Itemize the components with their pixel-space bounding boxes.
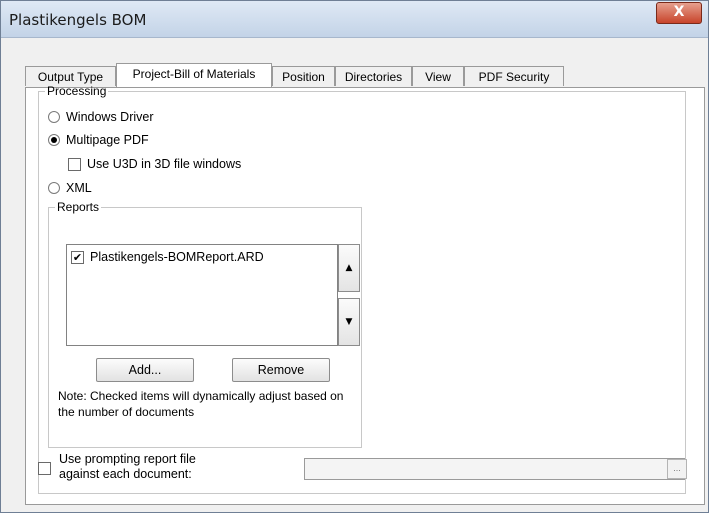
browse-button[interactable]: ... bbox=[667, 459, 687, 479]
report-item-label: Plastikengels-BOMReport.ARD bbox=[90, 250, 264, 264]
move-down-button[interactable]: ▼ bbox=[338, 298, 360, 346]
report-list-item[interactable]: ✔ Plastikengels-BOMReport.ARD bbox=[71, 250, 264, 264]
remove-report-button[interactable]: Remove bbox=[232, 358, 330, 382]
use-u3d-checkbox[interactable] bbox=[68, 157, 81, 171]
window-title: Plastikengels BOM bbox=[9, 11, 147, 29]
windows-driver-radio[interactable] bbox=[48, 111, 60, 123]
processing-legend: Processing bbox=[47, 84, 107, 98]
xml-radio[interactable] bbox=[48, 182, 60, 194]
prompting-label-line1: Use prompting report file bbox=[59, 452, 196, 466]
close-button[interactable]: X bbox=[656, 2, 702, 24]
prompting-report-path-field[interactable] bbox=[304, 458, 685, 480]
prompting-checkbox[interactable] bbox=[38, 462, 51, 475]
multipage-pdf-option[interactable]: Multipage PDF bbox=[48, 133, 149, 147]
add-report-button[interactable]: Add... bbox=[96, 358, 194, 382]
dialog-window: Plastikengels BOM X Output Type Project-… bbox=[0, 0, 709, 513]
xml-option[interactable]: XML bbox=[48, 181, 92, 195]
move-up-button[interactable]: ▲ bbox=[338, 244, 360, 292]
arrow-up-icon: ▲ bbox=[345, 263, 353, 273]
title-bar: Plastikengels BOM X bbox=[1, 1, 708, 38]
tab-output-type[interactable]: Output Type bbox=[25, 66, 116, 86]
tab-directories[interactable]: Directories bbox=[335, 66, 412, 86]
windows-driver-label: Windows Driver bbox=[66, 110, 154, 124]
multipage-pdf-label: Multipage PDF bbox=[66, 133, 149, 147]
prompting-option[interactable]: Use prompting report file against each d… bbox=[38, 452, 196, 482]
reports-content: ✔ Plastikengels-BOMReport.ARD ▲ ▼ Add...… bbox=[48, 200, 362, 448]
tab-project-bill-of-materials[interactable]: Project-Bill of Materials bbox=[116, 63, 272, 87]
prompting-label-line2: against each document: bbox=[59, 467, 192, 481]
tab-position[interactable]: Position bbox=[272, 66, 335, 86]
reports-note: Note: Checked items will dynamically adj… bbox=[58, 389, 344, 419]
xml-label: XML bbox=[66, 181, 92, 195]
prompting-label: Use prompting report file against each d… bbox=[59, 452, 196, 482]
arrow-down-icon: ▼ bbox=[345, 317, 353, 327]
use-u3d-option[interactable]: Use U3D in 3D file windows bbox=[68, 157, 241, 171]
use-u3d-label: Use U3D in 3D file windows bbox=[87, 157, 242, 171]
reports-listbox[interactable]: ✔ Plastikengels-BOMReport.ARD bbox=[66, 244, 338, 346]
tab-view[interactable]: View bbox=[412, 66, 464, 86]
report-item-checkbox[interactable]: ✔ bbox=[71, 250, 84, 264]
tab-panel: Processing Windows Driver Multipage PDF … bbox=[25, 84, 705, 505]
multipage-pdf-radio[interactable] bbox=[48, 134, 60, 146]
dialog-client-area: Output Type Project-Bill of Materials Po… bbox=[9, 38, 705, 505]
tab-pdf-security[interactable]: PDF Security bbox=[464, 66, 564, 86]
windows-driver-option[interactable]: Windows Driver bbox=[48, 110, 154, 124]
